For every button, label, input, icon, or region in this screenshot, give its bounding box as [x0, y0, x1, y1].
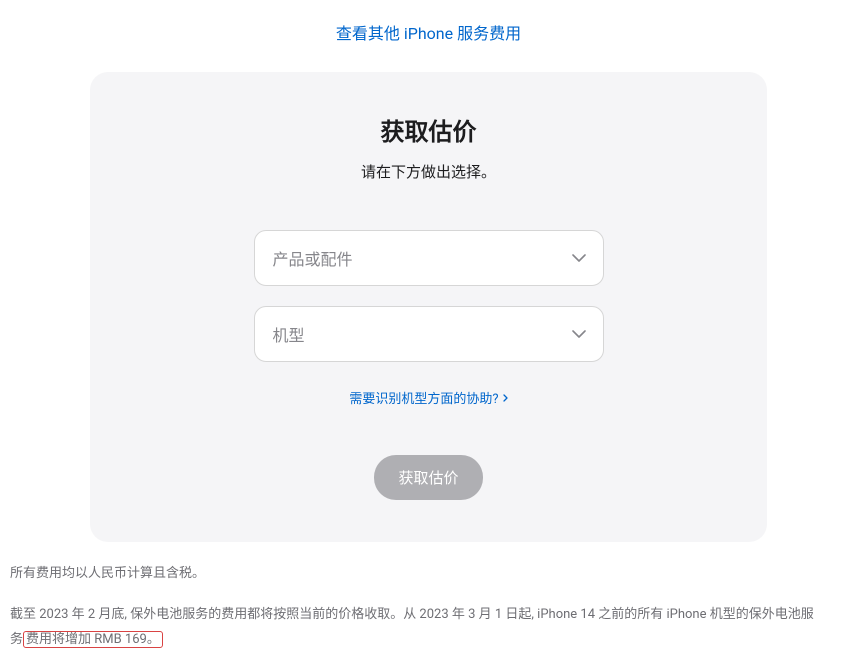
product-accessory-select[interactable]: 产品或配件 — [254, 230, 604, 286]
estimate-card: 获取估价 请在下方做出选择。 产品或配件 机型 需要识别机型方面的协助? 获取估… — [90, 72, 767, 542]
footer-price-note: 截至 2023 年 2 月底, 保外电池服务的费用都将按照当前的价格收取。从 2… — [10, 595, 847, 652]
model-select[interactable]: 机型 — [254, 306, 604, 362]
identify-model-help-link[interactable]: 需要识别机型方面的协助? — [349, 388, 507, 407]
footer-note-part1: 截至 2023 年 2 月底, 保外电池服务的费用都将按照当前的价格收取。从 2… — [10, 607, 814, 622]
help-link-text: 需要识别机型方面的协助? — [349, 388, 498, 407]
chevron-right-icon — [503, 394, 508, 402]
view-other-services-link[interactable]: 查看其他 iPhone 服务费用 — [10, 0, 847, 72]
footer-note-prefix: 务 — [10, 632, 23, 647]
get-estimate-button[interactable]: 获取估价 — [374, 455, 482, 500]
footer-tax-note: 所有费用均以人民币计算且含税。 — [10, 562, 847, 595]
price-increase-highlight: 费用将增加 RMB 169。 — [23, 631, 163, 648]
card-subtitle: 请在下方做出选择。 — [140, 161, 717, 182]
card-title: 获取估价 — [140, 112, 717, 147]
